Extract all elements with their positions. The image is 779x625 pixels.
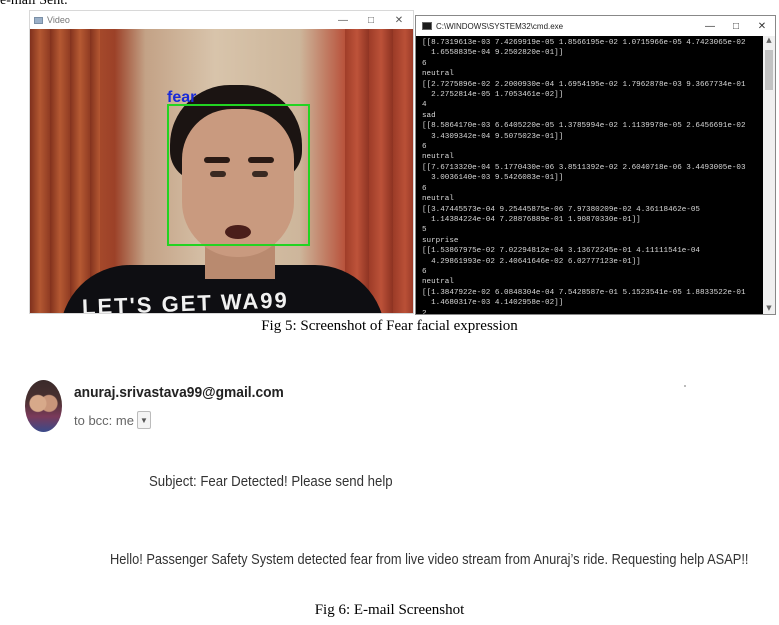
decorative-dot [684, 385, 686, 387]
scroll-down-icon[interactable]: ▼ [763, 304, 775, 314]
console-line: 4.29861993e-02 2.40641646e-02 6.02777123… [422, 257, 641, 266]
console-line: [[7.6713320e-04 5.1770430e-06 3.8511392e… [422, 163, 746, 172]
console-line: 1.4680317e-03 4.1402958e-02]] [422, 299, 564, 308]
console-line: 6 [422, 184, 427, 193]
console-line: [[8.5864170e-03 6.6405220e-05 1.3785994e… [422, 122, 746, 131]
console-line: [[3.47445573e-04 9.25445875e-06 7.973802… [422, 205, 700, 214]
curtain-right [345, 29, 413, 313]
cmd-icon [422, 22, 432, 30]
face-detection-box [167, 104, 310, 246]
console-line: [[2.7275896e-02 2.2000930e-04 1.6954195e… [422, 80, 746, 89]
recipients-line: to bcc: me ▼ [74, 411, 151, 429]
console-line: 6 [422, 267, 427, 276]
console-line: sad [422, 111, 436, 120]
sender-avatar [25, 380, 62, 432]
scrollbar-thumb[interactable] [765, 50, 773, 90]
console-line: 6 [422, 143, 427, 152]
recipients-text: to bcc: me [74, 412, 134, 428]
figure-caption-5: Fig 5: Screenshot of Fear facial express… [261, 318, 518, 334]
close-icon[interactable]: ✕ [385, 15, 413, 26]
console-line: 1.6558835e-04 9.2502820e-01]] [422, 49, 564, 58]
email-subject: Subject: Fear Detected! Please send help [149, 473, 393, 490]
app-window-icon [34, 16, 43, 24]
console-scrollbar[interactable]: ▲ ▼ [763, 36, 775, 314]
emotion-label: fear [167, 89, 197, 106]
email-body: Hello! Passenger Safety System detected … [110, 551, 749, 568]
video-frame: LET'S GET WA99 fear [30, 29, 413, 313]
console-line: [[1.3847922e-02 6.0848304e-04 7.5428587e… [422, 288, 746, 297]
console-line: 2.2752814e-05 1.7053461e-02]] [422, 91, 564, 100]
cmd-window-title: C:\WINDOWS\SYSTEM32\cmd.exe [436, 21, 564, 31]
figure-caption-6: Fig 6: E-mail Screenshot [314, 602, 465, 618]
console-line: 1.14384224e-04 7.28876889e-01 1.90870330… [422, 215, 641, 224]
console-line: 3.0036140e-03 9.5426083e-01]] [422, 174, 564, 183]
sender-email: anuraj.srivastava99@gmail.com [74, 384, 284, 401]
cmd-titlebar: C:\WINDOWS\SYSTEM32\cmd.exe — □ ✕ [416, 16, 775, 36]
console-line: neutral [422, 153, 454, 162]
minimize-icon[interactable]: — [697, 21, 723, 32]
scroll-up-icon[interactable]: ▲ [763, 36, 775, 48]
top-text-fragment: e-mail Sent. [0, 0, 68, 8]
curtain-left [30, 29, 100, 313]
console-line: [[1.53867975e-02 7.02294812e-04 3.136722… [422, 247, 700, 256]
console-line: surprise [422, 236, 459, 245]
console-line: neutral [422, 195, 454, 204]
video-window: Video — □ ✕ LET'S GET WA99 fear [29, 10, 414, 314]
console-line: 2 [422, 309, 427, 315]
console-line: neutral [422, 70, 454, 79]
video-window-title: Video [47, 15, 70, 25]
console-line: [[8.7319613e-03 7.4269919e-05 1.8566195e… [422, 39, 746, 47]
console-line: neutral [422, 278, 454, 287]
console-line: 6 [422, 59, 427, 68]
console-line: 4 [422, 101, 427, 110]
console-output: [[8.7319613e-03 7.4269919e-05 1.8566195e… [422, 38, 762, 315]
maximize-icon[interactable]: □ [723, 21, 749, 32]
video-titlebar: Video — □ ✕ [30, 11, 413, 29]
chevron-down-icon[interactable]: ▼ [136, 411, 151, 429]
close-icon[interactable]: ✕ [749, 21, 775, 32]
maximize-icon[interactable]: □ [357, 15, 385, 26]
console-line: 5 [422, 226, 427, 235]
console-line: 3.4309342e-04 9.5075023e-01]] [422, 132, 564, 141]
cmd-window: C:\WINDOWS\SYSTEM32\cmd.exe — □ ✕ [[8.73… [415, 15, 776, 315]
minimize-icon[interactable]: — [329, 15, 357, 26]
